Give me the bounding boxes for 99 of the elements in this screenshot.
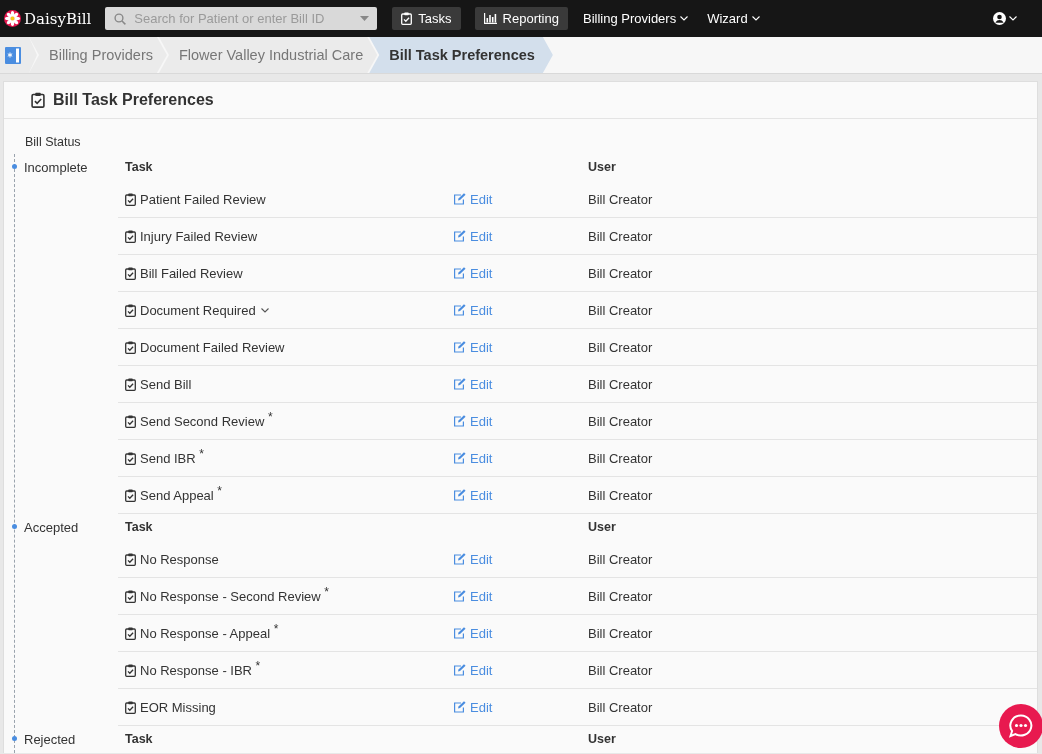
edit-link[interactable]: Edit: [453, 662, 493, 678]
edit-icon: [453, 193, 466, 205]
breadcrumb-item[interactable]: Bill Task Preferences: [369, 37, 553, 73]
edit-icon: [453, 378, 466, 390]
task-name: Bill Failed Review: [140, 265, 243, 281]
timeline-dot: [12, 164, 17, 169]
status-label: Incomplete: [24, 159, 88, 177]
clipboard-check-icon: [125, 589, 136, 603]
edit-link[interactable]: Edit: [453, 588, 493, 604]
status-label: Accepted: [24, 519, 79, 537]
flower-logo-icon: [4, 10, 21, 27]
column-heading: Bill Status: [24, 134, 82, 151]
user-name: Bill Creator: [588, 413, 653, 429]
caret-icon: [680, 16, 689, 21]
edit-icon: [453, 590, 466, 602]
column-header: User: [588, 731, 617, 748]
edit-icon: [453, 627, 466, 639]
breadcrumb-item[interactable]: Flower Valley Industrial Care: [158, 37, 378, 73]
card-title: Bill Task Preferences: [53, 91, 214, 109]
edit-link[interactable]: Edit: [453, 265, 493, 281]
task-name: Send Bill: [140, 376, 192, 392]
caret-icon: [751, 16, 760, 21]
clipboard-check-icon: [125, 303, 136, 317]
column-header: Task: [124, 519, 154, 536]
nav-button[interactable]: Tasks: [392, 7, 461, 30]
user-name: Bill Creator: [588, 699, 653, 715]
edit-icon: [453, 664, 466, 676]
clipboard-check-icon: [125, 451, 136, 465]
user-name: Bill Creator: [588, 339, 653, 355]
edit-link[interactable]: Edit: [453, 339, 493, 355]
edit-icon: [453, 341, 466, 353]
clipboard-check-icon: [125, 414, 136, 428]
breadcrumb-item[interactable]: Billing Providers: [29, 37, 167, 73]
edit-link[interactable]: Edit: [453, 699, 493, 715]
user-name: Bill Creator: [588, 265, 653, 281]
clipboard-check-icon: [31, 92, 45, 108]
user-name: Bill Creator: [588, 487, 653, 503]
clipboard-check-icon: [125, 700, 136, 714]
edit-icon: [453, 415, 466, 427]
column-header: User: [588, 519, 617, 536]
search-field[interactable]: Search for Patient or enter Bill ID: [105, 7, 378, 30]
column-header: User: [588, 159, 617, 176]
clipboard-check-icon: [125, 377, 136, 391]
edit-icon: [453, 304, 466, 316]
edit-icon: [453, 267, 466, 279]
user-name: Bill Creator: [588, 450, 653, 466]
task-name: Injury Failed Review: [140, 228, 258, 244]
dropdown-arrow-icon: [360, 16, 370, 21]
column-header: Task: [124, 159, 154, 176]
edit-link[interactable]: Edit: [453, 487, 493, 503]
edit-link[interactable]: Edit: [453, 450, 493, 466]
brand-name: DaisyBill: [24, 9, 92, 28]
edit-icon: [453, 452, 466, 464]
user-name: Bill Creator: [588, 302, 653, 318]
task-name: Document Required: [140, 302, 256, 318]
clipboard-check-icon: [125, 663, 136, 677]
clipboard-check-icon: [125, 552, 136, 566]
chat-button[interactable]: [998, 704, 1042, 748]
clipboard-check-icon: [125, 340, 136, 354]
user-name: Bill Creator: [588, 228, 653, 244]
edit-icon: [453, 489, 466, 501]
column-header: Task: [124, 731, 154, 748]
user-avatar-icon: [993, 12, 1006, 25]
user-name: Bill Creator: [588, 662, 653, 678]
user-name: Bill Creator: [588, 376, 653, 392]
clipboard-check-icon: [125, 229, 136, 243]
clipboard-check-icon: [125, 192, 136, 206]
user-name: Bill Creator: [588, 588, 653, 604]
home-icon[interactable]: [5, 46, 21, 64]
edit-link[interactable]: Edit: [453, 376, 493, 392]
user-name: Bill Creator: [588, 625, 653, 641]
edit-link[interactable]: Edit: [453, 551, 493, 567]
user-name: Bill Creator: [588, 191, 653, 207]
edit-icon: [453, 553, 466, 565]
task-name: No Response: [140, 551, 219, 567]
user-menu[interactable]: [993, 12, 1017, 25]
edit-icon: [453, 230, 466, 242]
edit-link[interactable]: Edit: [453, 228, 493, 244]
nav-menu[interactable]: Billing Providers: [581, 11, 690, 26]
nav-menu[interactable]: Wizard: [706, 11, 761, 26]
task-name: Patient Failed Review: [140, 191, 266, 207]
timeline-dot: [12, 736, 17, 741]
edit-link[interactable]: Edit: [453, 302, 493, 318]
caret-icon: [1009, 16, 1017, 21]
clipboard-check-icon: [125, 626, 136, 640]
nav-button[interactable]: Reporting: [474, 7, 568, 30]
task-name: EOR Missing: [140, 699, 216, 715]
clipboard-check-icon: [401, 12, 413, 25]
edit-link[interactable]: Edit: [453, 625, 493, 641]
edit-icon: [453, 701, 466, 713]
edit-link[interactable]: Edit: [453, 413, 493, 429]
task-name: Document Failed Review: [140, 339, 285, 355]
bar-chart-icon: [483, 13, 497, 24]
clipboard-check-icon: [125, 488, 136, 502]
user-name: Bill Creator: [588, 551, 653, 567]
status-label: Rejected: [24, 731, 76, 749]
clipboard-check-icon: [125, 266, 136, 280]
edit-link[interactable]: Edit: [453, 191, 493, 207]
timeline-dot: [12, 524, 17, 529]
